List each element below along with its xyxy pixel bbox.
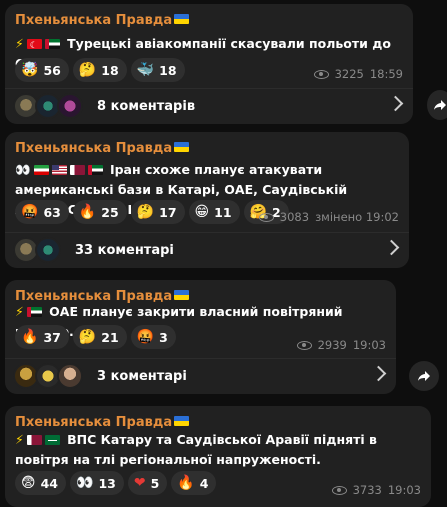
chevron-right-icon (387, 95, 404, 112)
views-icon (258, 212, 274, 222)
ukraine-flag-icon (174, 290, 190, 300)
share-button[interactable] (409, 361, 439, 391)
chevron-right-icon (370, 365, 387, 382)
avatar (57, 363, 83, 389)
reaction-chip[interactable]: ❤ 5 (127, 471, 168, 495)
views-count: 2939 (317, 338, 347, 352)
reaction-chip[interactable]: 🤔 21 (72, 325, 127, 349)
commenter-avatars (13, 363, 83, 389)
share-arrow-icon (434, 100, 446, 110)
reaction-chip[interactable]: 👀 13 (70, 471, 124, 495)
lightning-icon: ⚡ (15, 432, 24, 447)
comments-button[interactable]: 33 коментарі (5, 232, 409, 268)
message-meta: 3083 змінено 19:02 (258, 210, 399, 224)
lightning-icon: ⚡ (15, 36, 24, 51)
views-icon (331, 485, 347, 495)
message-time: 18:59 (369, 67, 403, 81)
comments-button[interactable]: 3 коментарі (5, 358, 396, 394)
message-time: 19:03 (352, 338, 386, 352)
ukraine-flag-icon (174, 416, 190, 426)
avatar (57, 93, 83, 119)
message-post-3[interactable]: Пхеньянська Правда ⚡ ОАЕ планує закрити … (5, 280, 396, 394)
message-time: 19:03 (387, 483, 421, 497)
reaction-chip[interactable]: 🔥 25 (72, 200, 127, 224)
uae-flag-icon (44, 39, 60, 49)
qatar-flag-icon (69, 165, 85, 175)
channel-name[interactable]: Пхеньянська Правда (15, 415, 190, 430)
views-count: 3083 (279, 210, 310, 224)
commenter-avatars (13, 93, 83, 119)
views-icon (296, 340, 312, 350)
reaction-chip[interactable]: 🤔 17 (130, 200, 185, 224)
reaction-chip[interactable]: 🤔 18 (72, 58, 127, 82)
ukraine-flag-icon (174, 142, 190, 152)
lightning-icon: ⚡ (15, 304, 24, 319)
message-text: ⚡ ВПС Катару та Саудівської Аравії підня… (15, 432, 377, 467)
ukraine-flag-icon (174, 14, 190, 24)
commenter-avatars (13, 237, 61, 263)
views-count: 3225 (334, 67, 364, 81)
reactions-bar: 🔥 37 🤔 21 🤬 3 (15, 325, 176, 349)
reaction-chip[interactable]: 😨 44 (15, 471, 67, 495)
reaction-chip[interactable]: 🐳 18 (130, 58, 185, 82)
channel-name[interactable]: Пхеньянська Правда (15, 141, 190, 156)
reactions-bar: 😨 44 👀 13 ❤ 5 🔥 4 (15, 471, 217, 495)
reaction-chip[interactable]: 🤯 56 (15, 58, 69, 82)
message-post-1[interactable]: Пхеньянська Правда ⚡ Турецькі авіакомпан… (5, 4, 413, 124)
reaction-chip[interactable]: 🤬 3 (130, 325, 176, 349)
message-time: змінено 19:02 (315, 210, 399, 224)
iran-flag-icon (33, 165, 49, 175)
uae-flag-icon (87, 165, 103, 175)
usa-flag-icon (51, 165, 67, 175)
share-arrow-icon (418, 371, 430, 381)
message-meta: 2939 19:03 (296, 338, 386, 352)
comments-label: 3 коментарі (97, 368, 187, 384)
views-count: 3733 (352, 483, 382, 497)
message-post-4[interactable]: Пхеньянська Правда ⚡ ВПС Катару та Сауді… (5, 406, 431, 507)
uae-flag-icon (26, 307, 42, 317)
share-button[interactable] (427, 90, 447, 120)
message-meta: 3733 19:03 (331, 483, 421, 497)
comments-label: 8 коментарів (97, 98, 196, 114)
eyes-icon: 👀 (15, 162, 31, 177)
reactions-bar: 🤬 63 🔥 25 🤔 17 😁 11 🤗 2 (15, 200, 289, 224)
message-post-2[interactable]: Пхеньянська Правда 👀 Іран схоже планує а… (5, 132, 409, 268)
channel-name[interactable]: Пхеньянська Правда (15, 13, 190, 28)
saudi-flag-icon (44, 435, 60, 445)
qatar-flag-icon (26, 435, 42, 445)
avatar (35, 237, 61, 263)
message-meta: 3225 18:59 (313, 67, 403, 81)
reactions-bar: 🤯 56 🤔 18 🐳 18 (15, 58, 185, 82)
reaction-chip[interactable]: 🔥 4 (171, 471, 217, 495)
comments-label: 33 коментарі (75, 242, 174, 258)
comments-button[interactable]: 8 коментарів (5, 88, 413, 124)
views-icon (313, 69, 329, 79)
reaction-chip[interactable]: 🤬 63 (15, 200, 69, 224)
reaction-chip[interactable]: 😁 11 (188, 200, 240, 224)
turkey-flag-icon (26, 36, 42, 56)
reaction-chip[interactable]: 🔥 37 (15, 325, 69, 349)
chevron-right-icon (383, 239, 400, 256)
